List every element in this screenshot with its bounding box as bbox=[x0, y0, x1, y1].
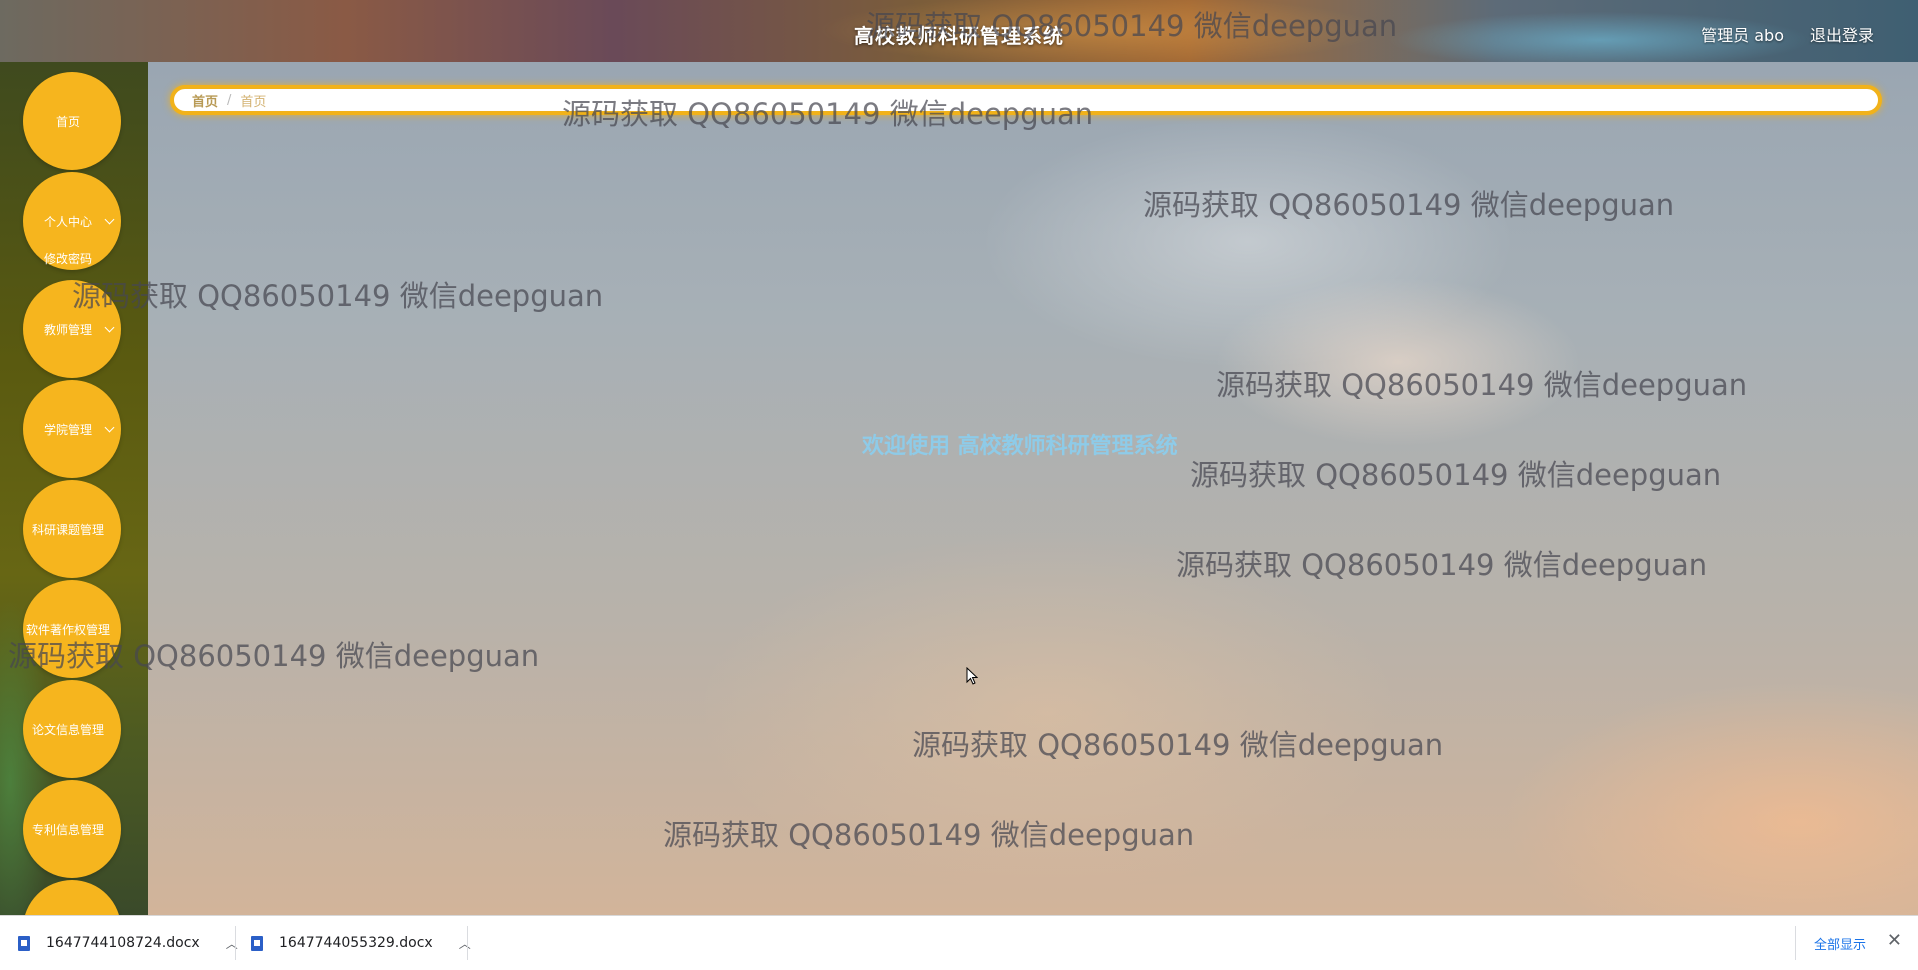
download-item[interactable]: 1647744108724.docx ︿ bbox=[18, 916, 238, 970]
watermark-text: 源码获取 QQ86050149 微信deepguan bbox=[912, 728, 1444, 762]
show-all-downloads-button[interactable]: 全部显示 bbox=[1814, 934, 1866, 953]
watermark-text: 源码获取 QQ86050149 微信deepguan bbox=[562, 97, 1094, 131]
word-file-icon bbox=[18, 935, 30, 951]
chevron-up-icon[interactable]: ︿ bbox=[459, 935, 471, 952]
sidebar-item-label: 学院管理 bbox=[43, 422, 92, 437]
watermark-text: 源码获取 QQ86050149 微信deepguan bbox=[1143, 188, 1675, 222]
sidebar-item-label: 首页 bbox=[55, 114, 80, 129]
sidebar: 首页 个人中心 修改密码 教师管理 学院管理 科研课题管理 软件著作权管理 论文… bbox=[0, 62, 148, 915]
divider bbox=[235, 926, 236, 960]
submenu-change-password[interactable]: 修改密码 bbox=[44, 250, 92, 267]
sidebar-item-label: 专利信息管理 bbox=[31, 822, 104, 837]
chevron-down-icon bbox=[104, 422, 115, 433]
watermark-text: 源码获取 QQ86050149 微信deepguan bbox=[1216, 368, 1748, 402]
watermark-text: 源码获取 QQ86050149 微信deepguan bbox=[1176, 548, 1708, 582]
watermark-text: 源码获取 QQ86050149 微信deepguan bbox=[8, 639, 540, 673]
sidebar-item-college-management[interactable]: 学院管理 bbox=[23, 380, 121, 478]
close-icon[interactable]: ✕ bbox=[1887, 930, 1902, 951]
sidebar-item-home[interactable]: 首页 bbox=[23, 72, 121, 170]
download-filename: 1647744055329.docx bbox=[279, 935, 433, 951]
watermark-text: 源码获取 QQ86050149 微信deepguan bbox=[1190, 458, 1722, 492]
welcome-message: 欢迎使用 高校教师科研管理系统 bbox=[862, 434, 1178, 459]
watermark-text: 源码获取 QQ86050149 微信deepguan bbox=[866, 9, 1398, 43]
user-label: 管理员 abo bbox=[1701, 26, 1784, 45]
sidebar-item-more[interactable] bbox=[23, 880, 121, 915]
download-item[interactable]: 1647744055329.docx ︿ bbox=[251, 916, 471, 970]
sidebar-item-label: 教师管理 bbox=[43, 322, 92, 337]
sidebar-item-research-topics[interactable]: 科研课题管理 bbox=[23, 480, 121, 578]
watermark-text: 源码获取 QQ86050149 微信deepguan bbox=[72, 279, 604, 313]
watermark-text: 源码获取 QQ86050149 微信deepguan bbox=[663, 818, 1195, 852]
breadcrumb-separator: / bbox=[227, 92, 232, 108]
sidebar-item-label: 个人中心 bbox=[43, 214, 92, 229]
download-filename: 1647744108724.docx bbox=[46, 935, 200, 951]
breadcrumb-current: 首页 bbox=[240, 94, 267, 110]
mouse-cursor-icon bbox=[966, 667, 978, 685]
divider bbox=[1795, 926, 1796, 960]
chevron-down-icon bbox=[104, 322, 115, 333]
sidebar-item-label: 科研课题管理 bbox=[31, 522, 104, 537]
sidebar-item-label: 论文信息管理 bbox=[31, 722, 104, 737]
word-file-icon bbox=[251, 935, 263, 951]
chevron-down-icon bbox=[104, 214, 115, 225]
sidebar-item-patents[interactable]: 专利信息管理 bbox=[23, 780, 121, 878]
breadcrumb-home-link[interactable]: 首页 bbox=[192, 91, 218, 110]
sidebar-item-papers[interactable]: 论文信息管理 bbox=[23, 680, 121, 778]
download-bar: 1647744108724.docx ︿ 1647744055329.docx … bbox=[0, 915, 1918, 970]
logout-link[interactable]: 退出登录 bbox=[1810, 22, 1874, 46]
divider bbox=[467, 926, 468, 960]
